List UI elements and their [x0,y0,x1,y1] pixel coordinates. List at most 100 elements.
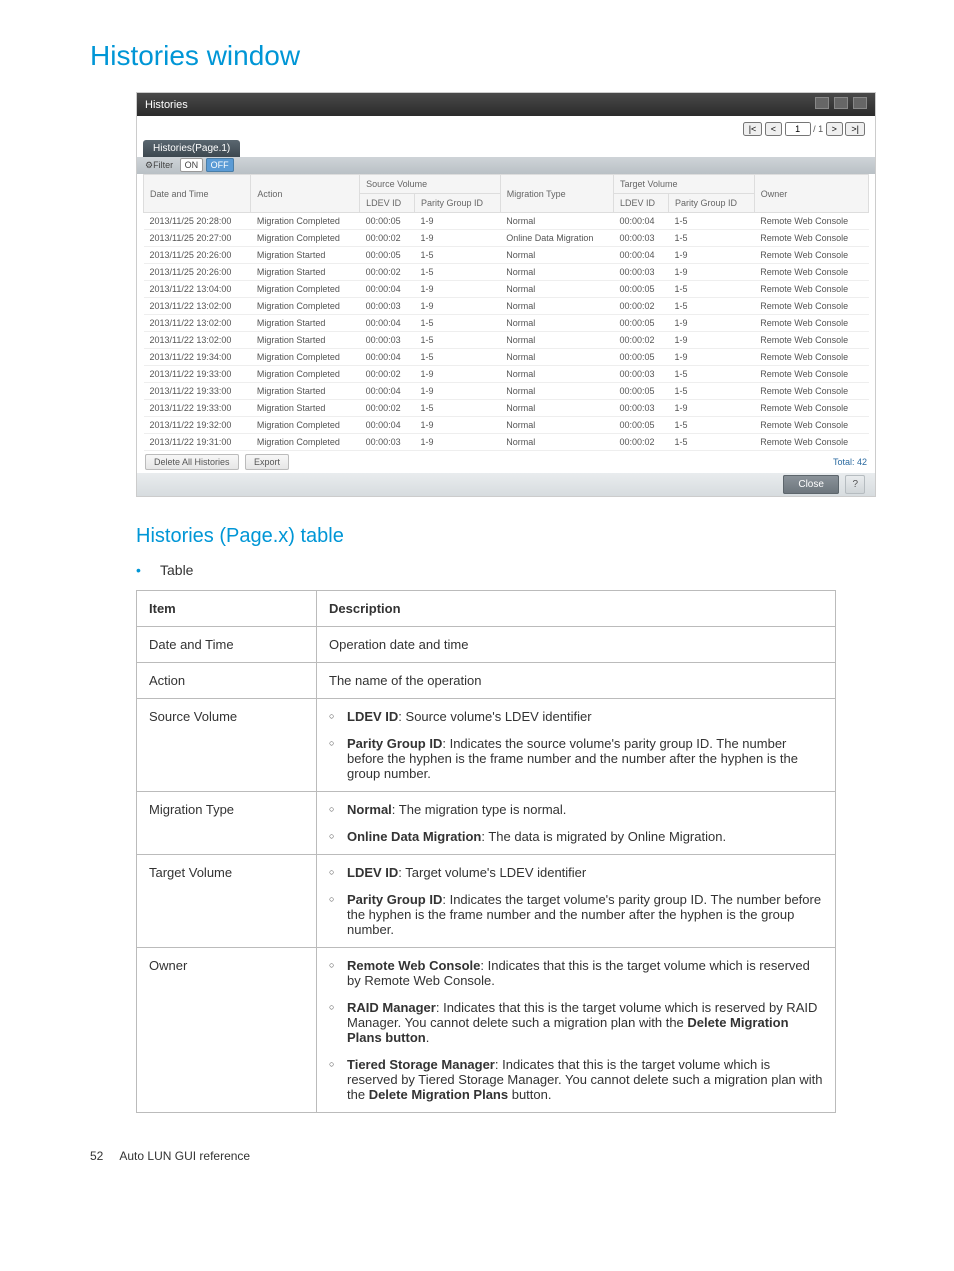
delete-all-histories-button[interactable]: Delete All Histories [145,454,239,470]
cell: 2013/11/25 20:26:00 [144,247,251,264]
desc-text: Remote Web Console: Indicates that this … [317,948,836,1113]
cell: 00:00:03 [360,332,415,349]
table-row[interactable]: 2013/11/22 13:02:00Migration Started00:0… [144,332,869,349]
cell: 00:00:04 [360,349,415,366]
total-label: Total: [833,457,855,467]
close-bar: Close ? [137,473,875,496]
table-row[interactable]: 2013/11/25 20:26:00Migration Started00:0… [144,247,869,264]
desc-header-item: Item [137,591,317,627]
cell: 00:00:04 [360,281,415,298]
cell: Online Data Migration [500,230,613,247]
cell: 00:00:03 [614,230,669,247]
cell: Migration Completed [251,349,360,366]
col-date-time[interactable]: Date and Time [144,175,251,213]
cell: Remote Web Console [754,247,868,264]
desc-item: Date and Time [137,627,317,663]
cell: Migration Started [251,400,360,417]
desc-item: Target Volume [137,855,317,948]
cell: 1-9 [668,349,754,366]
export-button[interactable]: Export [245,454,289,470]
col-action[interactable]: Action [251,175,360,213]
cell: 2013/11/22 13:04:00 [144,281,251,298]
cell: 1-5 [668,383,754,400]
col-owner[interactable]: Owner [754,175,868,213]
col-tgt-ldev-id[interactable]: LDEV ID [614,194,669,213]
table-row[interactable]: 2013/11/22 19:32:00Migration Completed00… [144,417,869,434]
help-button[interactable]: ? [845,475,865,494]
table-row[interactable]: 2013/11/22 19:33:00Migration Started00:0… [144,383,869,400]
table-row[interactable]: 2013/11/22 13:02:00Migration Completed00… [144,298,869,315]
description-table: Item Description Date and Time Operation… [136,590,836,1113]
histories-window-screenshot: Histories |< < / 1 > >| Histories(Page.1… [136,92,876,497]
desc-text: Operation date and time [317,627,836,663]
cell: Remote Web Console [754,332,868,349]
col-migration-type[interactable]: Migration Type [500,175,613,213]
pager-current-input[interactable] [785,122,811,136]
pager-prev-button[interactable]: < [765,122,782,136]
col-src-ldev-id[interactable]: LDEV ID [360,194,415,213]
maximize-icon[interactable] [834,97,848,109]
total-value: 42 [857,457,867,467]
col-src-parity-group[interactable]: Parity Group ID [414,194,500,213]
desc-text: The name of the operation [317,663,836,699]
desc-text: LDEV ID: Target volume's LDEV identifier… [317,855,836,948]
subheading: Histories (Page.x) table [136,525,894,548]
col-target-volume[interactable]: Target Volume [614,175,755,194]
cell: Normal [500,366,613,383]
table-row[interactable]: 2013/11/22 13:02:00Migration Started00:0… [144,315,869,332]
cell: 1-5 [414,247,500,264]
cell: Migration Started [251,332,360,349]
cell: 00:00:02 [360,366,415,383]
table-row[interactable]: 2013/11/25 20:28:00Migration Completed00… [144,213,869,230]
table-row[interactable]: 2013/11/22 19:31:00Migration Completed00… [144,434,869,451]
cell: Normal [500,417,613,434]
cell: 1-9 [668,264,754,281]
cell: 1-9 [414,213,500,230]
cell: 2013/11/25 20:26:00 [144,264,251,281]
pager-next-button[interactable]: > [826,122,843,136]
cell: 1-9 [414,230,500,247]
table-row[interactable]: 2013/11/22 13:04:00Migration Completed00… [144,281,869,298]
cell: 1-9 [668,247,754,264]
close-icon[interactable] [853,97,867,109]
table-row[interactable]: 2013/11/22 19:33:00Migration Started00:0… [144,400,869,417]
cell: 00:00:03 [360,434,415,451]
filter-icon[interactable] [815,97,829,109]
cell: 2013/11/22 13:02:00 [144,315,251,332]
cell: Migration Completed [251,417,360,434]
cell: Normal [500,247,613,264]
tab-histories-page1[interactable]: Histories(Page.1) [143,140,240,157]
histories-grid: Date and Time Action Source Volume Migra… [143,174,869,451]
table-row[interactable]: 2013/11/22 19:34:00Migration Completed00… [144,349,869,366]
col-tgt-parity-group[interactable]: Parity Group ID [668,194,754,213]
filter-on-toggle[interactable]: ON [180,158,204,172]
table-row[interactable]: 2013/11/25 20:27:00Migration Completed00… [144,230,869,247]
close-button[interactable]: Close [783,475,839,494]
cell: 00:00:03 [360,298,415,315]
cell: Remote Web Console [754,366,868,383]
desc-item: Migration Type [137,792,317,855]
desc-row-owner: Owner Remote Web Console: Indicates that… [137,948,836,1113]
cell: 1-9 [414,298,500,315]
cell: 00:00:02 [614,298,669,315]
cell: 1-5 [414,332,500,349]
cell: 1-5 [668,298,754,315]
desc-header-description: Description [317,591,836,627]
table-row[interactable]: 2013/11/25 20:26:00Migration Started00:0… [144,264,869,281]
cell: 1-9 [668,315,754,332]
cell: Normal [500,213,613,230]
filter-off-toggle[interactable]: OFF [206,158,234,172]
cell: 00:00:02 [360,230,415,247]
cell: 00:00:05 [360,247,415,264]
cell: Normal [500,400,613,417]
col-source-volume[interactable]: Source Volume [360,175,501,194]
cell: 2013/11/22 19:34:00 [144,349,251,366]
table-row[interactable]: 2013/11/22 19:33:00Migration Completed00… [144,366,869,383]
cell: 1-5 [668,417,754,434]
cell: 1-9 [668,332,754,349]
cell: 2013/11/25 20:28:00 [144,213,251,230]
pager-first-button[interactable]: |< [743,122,763,136]
cell: 1-5 [414,315,500,332]
pager-last-button[interactable]: >| [845,122,865,136]
desc-row-migration-type: Migration Type Normal: The migration typ… [137,792,836,855]
